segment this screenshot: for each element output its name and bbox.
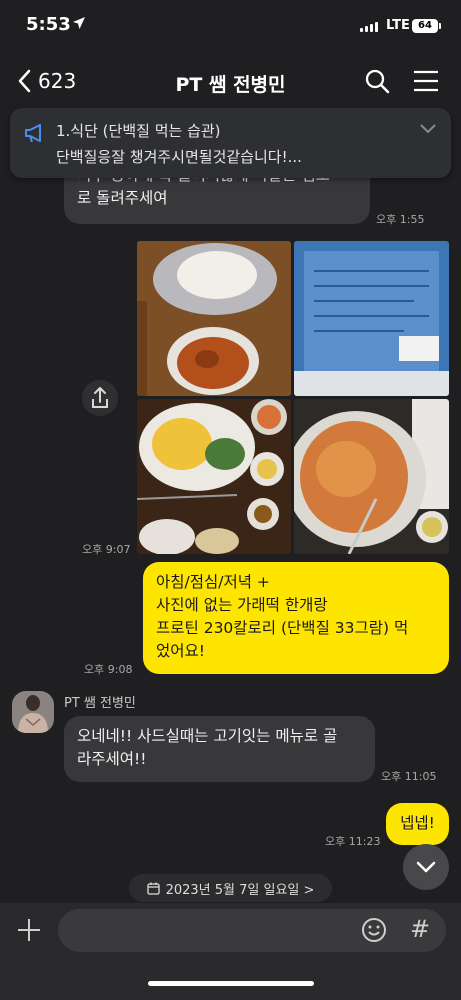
emoji-icon[interactable] — [361, 917, 387, 943]
photo-package[interactable] — [294, 241, 449, 396]
my-message-bubble[interactable]: 아침/점심/저녁 + 사진에 없는 가래떡 한개랑 프로틴 230칼로리 (단백… — [143, 562, 449, 674]
chat-title: PT 쌤 전병민 — [175, 74, 286, 96]
photo-omelet[interactable] — [137, 399, 291, 554]
message-text: 넵넵! — [400, 814, 435, 832]
notice-banner[interactable]: 1.식단 (단백질 먹는 습관) 단백질응잘 챙겨주시면될것같습니다!... — [10, 108, 451, 178]
location-arrow-icon — [73, 17, 85, 29]
menu-icon[interactable] — [413, 70, 439, 92]
battery-tip — [439, 23, 441, 29]
message-time: 오후 11:23 — [325, 835, 381, 848]
avatar[interactable] — [12, 691, 54, 733]
status-time: 5:53 — [26, 14, 71, 35]
photo-grid[interactable] — [137, 241, 449, 554]
message-time: 오후 1:55 — [376, 213, 425, 226]
battery-icon: 64 — [412, 19, 438, 33]
message-line: 프로틴 230칼로리 (단백질 33그람) 먹 — [156, 619, 409, 637]
message-line: 로 돌려주세여 — [77, 189, 168, 207]
notice-body: 단백질응잘 챙겨주시면될것같습니다!... — [56, 148, 302, 166]
scroll-to-bottom-button[interactable] — [403, 844, 449, 890]
sender-name: PT 쌤 전병민 — [64, 696, 136, 711]
photo-fried-rice[interactable] — [294, 399, 449, 554]
notice-title: 1.식단 (단백질 먹는 습관) — [56, 122, 221, 140]
home-indicator — [148, 981, 314, 986]
message-time: 오후 11:05 — [381, 770, 437, 783]
message-time: 오후 9:07 — [82, 543, 131, 556]
hash-icon[interactable]: # — [410, 915, 430, 943]
message-line: 사진에 없는 가래떡 한개랑 — [156, 596, 328, 614]
chevron-down-icon[interactable] — [419, 123, 437, 135]
share-icon — [92, 387, 108, 408]
message-line: 오네네!! 사드실때는 고기잇는 메뉴로 골 — [77, 727, 338, 745]
date-divider[interactable]: 2023년 5월 7일 일요일 > — [129, 874, 332, 902]
message-line: 었어요! — [156, 642, 205, 660]
chevron-down-icon — [416, 861, 436, 873]
share-button[interactable] — [82, 380, 118, 416]
network-label: LTE — [386, 18, 410, 33]
message-time: 오후 9:08 — [84, 663, 133, 676]
message-bubble[interactable]: 오네네!! 사드실때는 고기잇는 메뉴로 골 라주세여!! — [64, 716, 375, 782]
plus-icon[interactable] — [16, 917, 42, 943]
message-input[interactable] — [58, 909, 446, 952]
date-divider-label: 2023년 5월 7일 일요일 > — [165, 882, 315, 898]
megaphone-icon — [25, 124, 41, 143]
search-icon[interactable] — [364, 68, 390, 94]
my-message-bubble[interactable]: 넵넵! — [386, 803, 449, 845]
photo-rice-stew[interactable] — [137, 241, 291, 396]
message-line: 아침/점심/저녁 + — [156, 573, 270, 591]
message-line: 라주세여!! — [77, 750, 147, 768]
signal-icon — [360, 22, 378, 32]
calendar-icon — [146, 882, 160, 895]
